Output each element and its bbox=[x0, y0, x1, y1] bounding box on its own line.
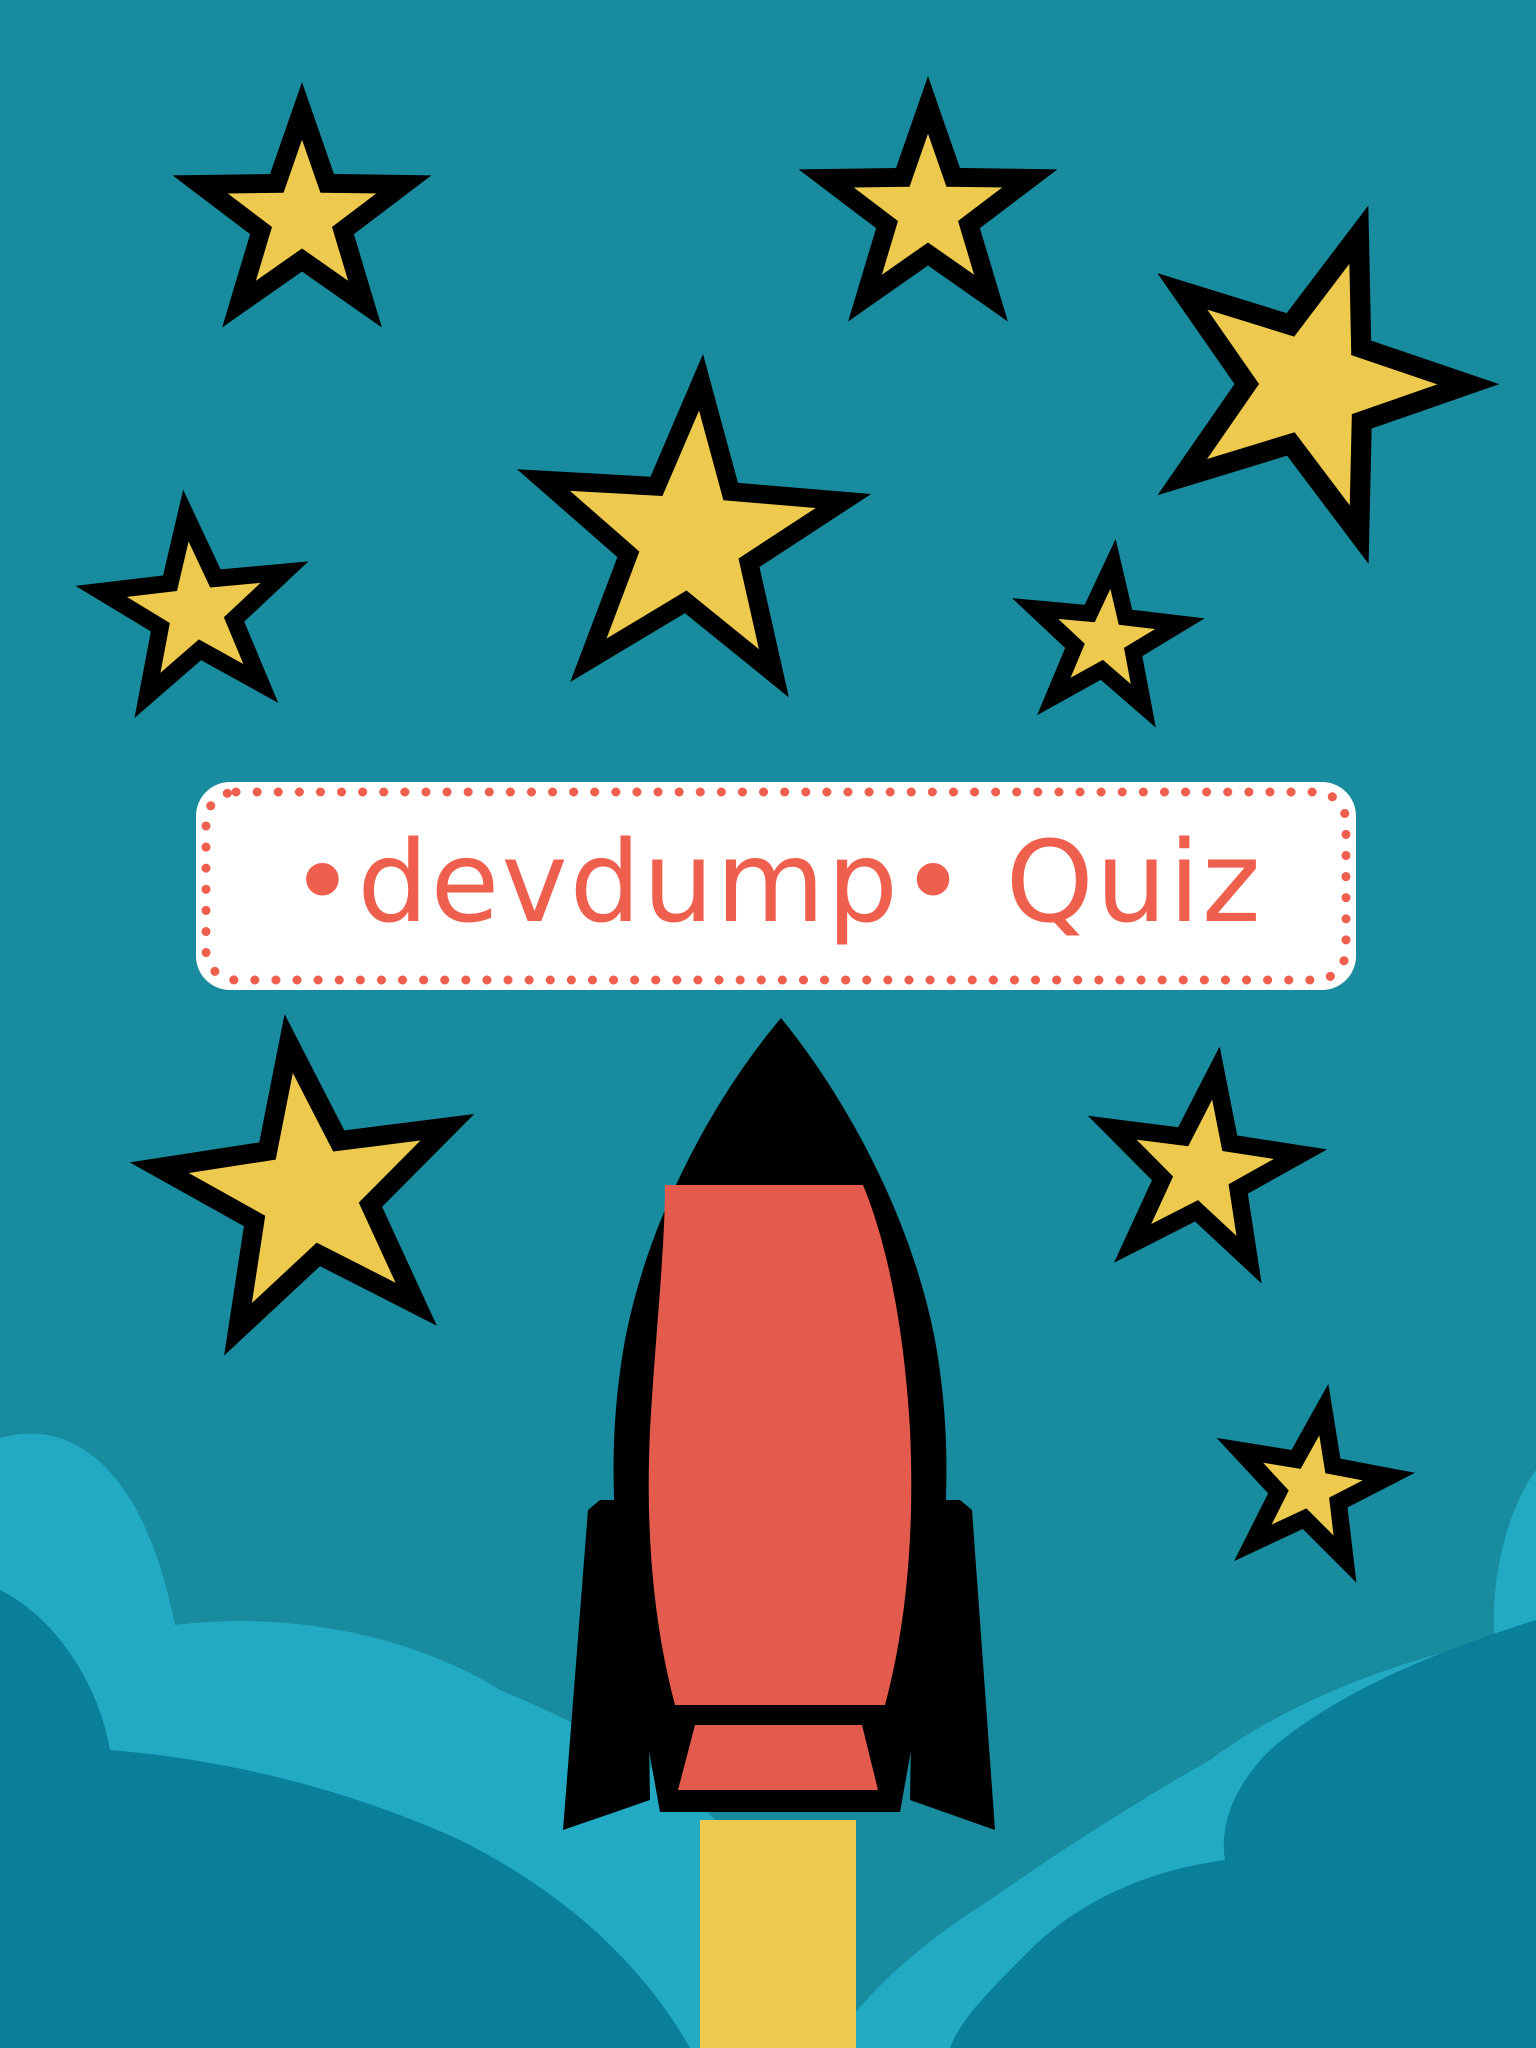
star-icon bbox=[1087, 1046, 1328, 1284]
star-icon bbox=[75, 489, 309, 719]
quiz-splash-screen: •devdump• Quiz bbox=[0, 0, 1536, 2048]
star-icon bbox=[517, 354, 872, 698]
cloud-dark-right-icon bbox=[950, 1620, 1536, 2048]
star-icon bbox=[172, 82, 432, 328]
star-icon bbox=[129, 1014, 475, 1356]
star-icon bbox=[1157, 205, 1500, 564]
rocket-flame bbox=[700, 1820, 856, 2048]
background-scene bbox=[0, 76, 1536, 2048]
rocket-icon bbox=[563, 1018, 995, 1830]
title-banner: •devdump• Quiz bbox=[196, 782, 1356, 990]
star-icon bbox=[798, 76, 1058, 322]
star-icon bbox=[1012, 538, 1205, 728]
app-title: •devdump• Quiz bbox=[289, 818, 1263, 948]
star-icon bbox=[1216, 1383, 1415, 1583]
